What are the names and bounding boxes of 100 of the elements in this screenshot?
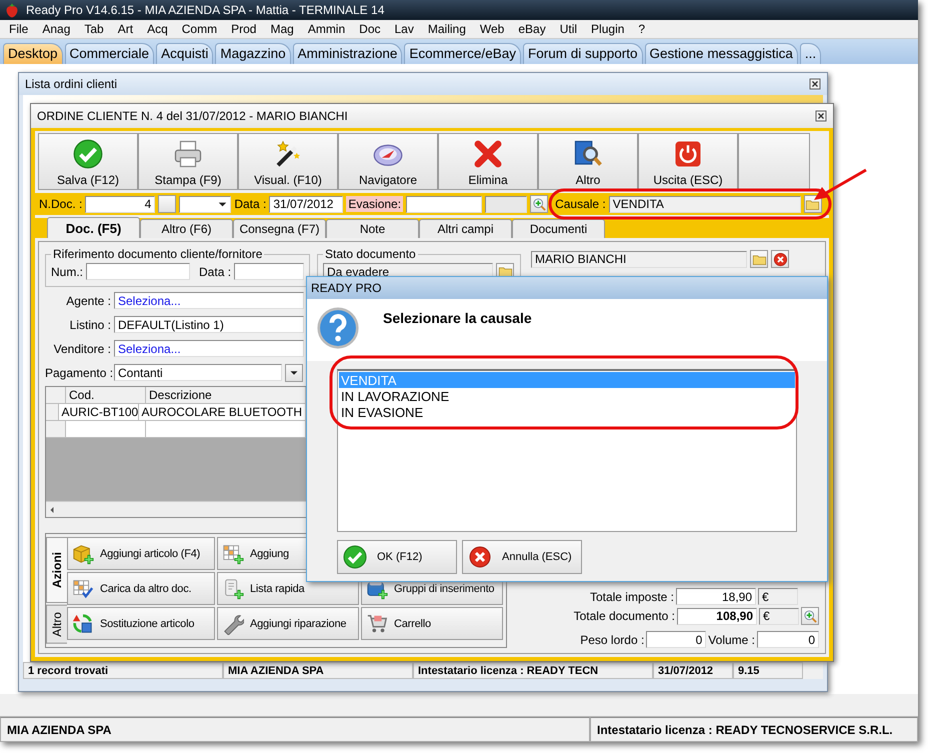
input-field[interactable]: DEFAULT(Listino 1) [114,316,304,333]
menu-item[interactable]: Doc [352,22,388,36]
box-add-icon [72,542,94,565]
dropdown[interactable] [179,196,232,212]
side-tab[interactable]: Altro [46,605,67,644]
customer-field[interactable]: MARIO BIANCHI [531,250,747,268]
tab[interactable]: Documenti [512,219,605,238]
dropdown[interactable]: Contanti [114,364,282,381]
toolbar-button[interactable]: Altro [538,133,638,190]
cancel-button[interactable]: Annulla (ESC) [462,540,582,574]
grid-check-icon [72,578,94,600]
input-field[interactable]: 4 [85,196,156,212]
tab[interactable]: Doc. (F5) [47,217,140,238]
list-option[interactable]: IN EVASIONE [339,404,795,420]
action-button[interactable]: Sostituzione articolo [67,607,215,640]
menu-item[interactable]: Mag [263,22,301,36]
field-label: Totale imposte : [590,590,674,604]
currency-field: € [759,608,799,624]
toolbar-button[interactable]: Visual. (F10) [238,133,338,190]
tab[interactable]: Gestione messaggistica [644,43,798,64]
input-field[interactable] [406,196,482,212]
side-tab[interactable]: Azioni [46,537,67,604]
total-field: 108,90 [677,608,757,624]
tab[interactable]: Altri campi [419,219,512,238]
field-label: Num.: [51,264,84,278]
date-field[interactable]: 31/07/2012 [269,196,344,212]
window-title: ORDINE CLIENTE N. 4 del 31/07/2012 - MARIO BIANCHI [37,109,348,123]
ok-button[interactable]: OK (F12) [337,540,457,574]
dropdown-button[interactable] [285,364,303,382]
toolbar-button[interactable]: Salva (F12) [38,133,138,190]
menu-item[interactable]: eBay [511,22,553,36]
printer-icon [173,139,203,169]
field-label: Pagamento : [45,366,111,380]
select-field[interactable]: Seleziona... [114,292,304,309]
action-button[interactable]: Carrello [361,607,503,640]
menu-item[interactable]: Lav [388,22,421,36]
tab[interactable]: Commerciale [64,43,154,64]
pointer-arrow [814,168,867,200]
question-icon [317,307,359,349]
dialog-title: READY PRO [311,281,382,295]
close-icon [468,545,492,569]
currency-field: € [758,588,798,605]
zoom-button[interactable] [801,607,819,625]
horizontal-scrollbar[interactable] [46,501,306,517]
field-label: Data : [199,264,232,278]
menu-item[interactable]: ? [631,22,652,36]
tab[interactable]: Note [326,219,419,238]
close-icon [809,78,821,90]
menu-item[interactable]: Util [552,22,584,36]
tab[interactable]: Acquisti [156,43,214,64]
menu-item[interactable]: Anag [35,22,78,36]
tab[interactable]: Forum di supporto [522,43,643,64]
menu-item[interactable]: Prod [224,22,264,36]
action-button[interactable]: Carica da altro doc. [67,572,215,606]
menu-item[interactable]: Art [110,22,140,36]
tab[interactable]: Altro (F6) [140,219,233,238]
toolbar-button[interactable]: Stampa (F9) [138,133,238,190]
input-field[interactable] [485,196,528,212]
input-field[interactable]: 0 [646,631,706,648]
small-button[interactable] [158,195,176,213]
tab[interactable]: ... [800,43,822,64]
date-field[interactable] [234,263,304,280]
input-field[interactable]: VENDITA [608,196,801,212]
folder-button[interactable] [750,250,768,268]
menu-item[interactable]: Comm [174,22,224,36]
input-field[interactable] [86,263,190,280]
select-field[interactable]: Seleziona... [114,340,304,357]
toolbar-button[interactable]: Elimina [438,133,538,190]
folder-button[interactable] [804,195,822,213]
action-button[interactable]: Aggiungi riparazione [217,607,359,640]
group-label: Riferimento documento cliente/fornitore [52,247,264,261]
action-button[interactable]: Aggiungi articolo (F4) [67,537,215,570]
menu-item[interactable]: Tab [77,22,111,36]
status-panel: 31/07/2012 [653,662,733,679]
menu-item[interactable]: Web [472,22,512,36]
field-label: Venditore : [52,342,111,356]
toolbar-button[interactable]: Navigatore [338,133,438,190]
tab[interactable]: Consegna (F7) [233,219,326,238]
input-field[interactable]: 0 [757,631,819,648]
menu-item[interactable]: Ammin [300,22,352,36]
field-label: Peso lordo : [580,632,644,646]
grid-add-icon [222,542,244,565]
status-panel: Intestatario licenza : READY TECN [413,662,653,679]
menu-item[interactable]: Acq [140,22,175,36]
remove-button[interactable] [771,250,789,268]
tab[interactable]: Desktop [3,43,63,64]
list-option[interactable]: IN LAVORAZIONE [339,388,795,404]
tab[interactable]: Magazzino [215,43,291,64]
menu-item[interactable]: Plugin [584,22,632,36]
check-icon [343,545,367,569]
status-panel: MIA AZIENDA SPA [223,662,413,679]
cross-icon [473,139,503,169]
zoom-button[interactable] [530,195,548,213]
toolbar-button[interactable]: Uscita (ESC) [638,133,738,190]
menu-item[interactable]: Mailing [420,22,473,36]
column-header: Cod. [66,387,146,404]
status-panel: 1 record trovati [23,662,223,679]
menu-item[interactable]: File [2,22,36,36]
tab[interactable]: Amministrazione [292,43,402,64]
tab[interactable]: Ecommerce/eBay [404,43,521,64]
